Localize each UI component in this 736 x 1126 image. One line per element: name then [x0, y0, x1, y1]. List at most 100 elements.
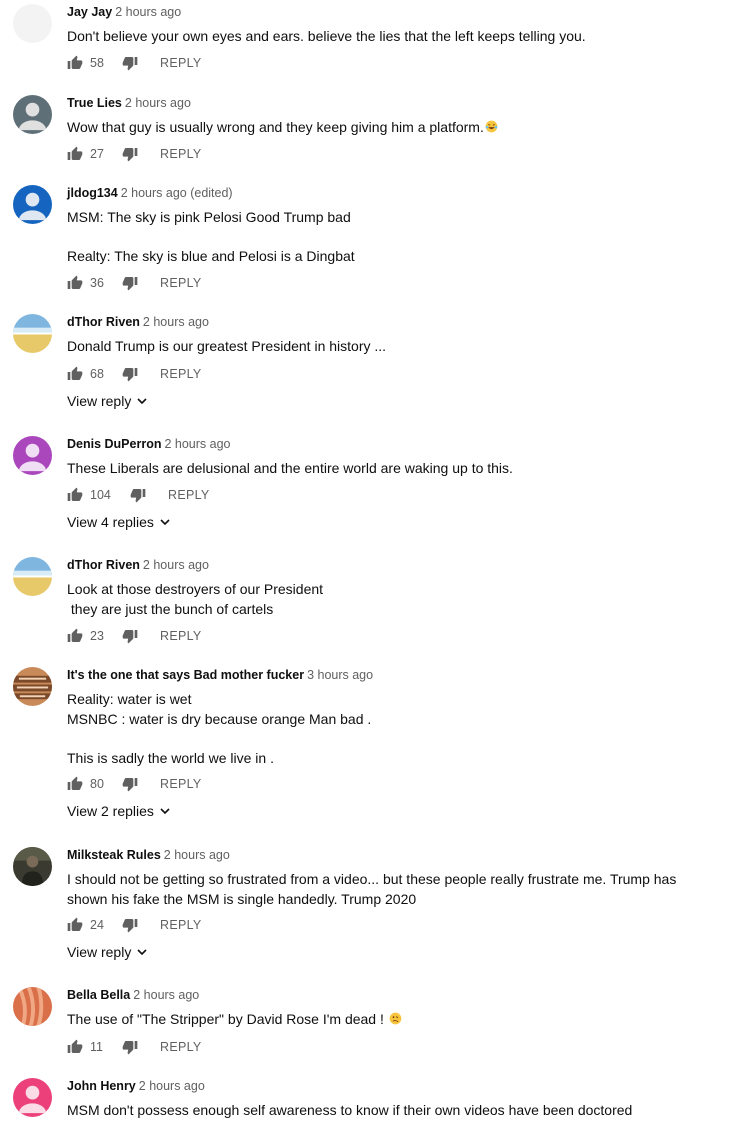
thumbs-up-icon[interactable] — [67, 55, 83, 71]
avatar[interactable] — [13, 185, 52, 224]
comment-actions: 11 REPLY — [67, 1038, 202, 1056]
comment-actions: 27 REPLY — [67, 145, 202, 163]
comment-actions: 58 REPLY — [67, 54, 202, 72]
timestamp[interactable]: 2 hours ago — [143, 558, 209, 572]
author-name[interactable]: Bella Bella — [67, 988, 130, 1002]
view-replies-button[interactable]: View 4 replies — [67, 514, 171, 530]
timestamp[interactable]: 2 hours ago — [164, 848, 230, 862]
timestamp[interactable]: 2 hours ago — [139, 1079, 205, 1093]
author-name[interactable]: True Lies — [67, 96, 122, 110]
thumbs-down-icon[interactable] — [122, 776, 138, 792]
avatar[interactable] — [13, 1078, 52, 1117]
thumbs-down-icon[interactable] — [122, 366, 138, 382]
like-count: 58 — [90, 56, 104, 70]
thumbs-down-icon[interactable] — [122, 146, 138, 162]
reply-button[interactable]: REPLY — [160, 367, 202, 381]
comment-actions: 23 REPLY — [67, 627, 202, 645]
thumbs-down-icon[interactable] — [122, 55, 138, 71]
comment-text: Don't believe your own eyes and ears. be… — [67, 28, 586, 44]
comment-text: I should not be getting so frustrated fr… — [67, 871, 677, 907]
author-name[interactable]: It's the one that says Bad mother fucker — [67, 668, 304, 682]
comment-text: Donald Trump is our greatest President i… — [67, 338, 387, 354]
view-replies-button[interactable]: View reply — [67, 393, 148, 409]
comment-actions: 36 REPLY — [67, 274, 202, 292]
avatar[interactable] — [13, 314, 52, 353]
comment-text: Reality: water is wet MSNBC : water is d… — [67, 691, 372, 766]
reply-button[interactable]: REPLY — [168, 488, 210, 502]
comment-text: The use of "The Stripper" by David Rose … — [67, 1010, 687, 1030]
reply-button[interactable]: REPLY — [160, 276, 202, 290]
timestamp[interactable]: 2 hours ago — [125, 96, 191, 110]
timestamp[interactable]: 2 hours ago — [164, 437, 230, 451]
like-count: 23 — [90, 629, 104, 643]
timestamp[interactable]: 2 hours ago — [115, 5, 181, 19]
author-name[interactable]: John Henry — [67, 1079, 136, 1093]
comment-header: jldog134 2 hours ago (edited) — [67, 185, 233, 201]
comment-text: MSM don't possess enough self awareness … — [67, 1102, 633, 1118]
timestamp[interactable]: 2 hours ago (edited) — [121, 186, 233, 200]
thumbs-up-icon[interactable] — [67, 776, 83, 792]
avatar[interactable] — [13, 847, 52, 886]
author-name[interactable]: Denis DuPerron — [67, 437, 161, 451]
avatar[interactable] — [13, 4, 52, 43]
reply-button[interactable]: REPLY — [160, 147, 202, 161]
thumbs-up-icon[interactable] — [67, 487, 83, 503]
comment-header: John Henry 2 hours ago — [67, 1078, 205, 1094]
thumbs-up-icon[interactable] — [67, 628, 83, 644]
reply-button[interactable]: REPLY — [160, 918, 202, 932]
chevron-down-icon — [136, 946, 148, 958]
thumbs-up-icon[interactable] — [67, 366, 83, 382]
thumbs-down-icon[interactable] — [130, 487, 146, 503]
view-replies-label: View 2 replies — [67, 803, 154, 819]
author-name[interactable]: Jay Jay — [67, 5, 112, 19]
comment-header: Bella Bella 2 hours ago — [67, 987, 199, 1003]
avatar-placeholder-icon — [13, 4, 52, 43]
thumbs-up-icon[interactable] — [67, 275, 83, 291]
thumbs-up-icon[interactable] — [67, 1039, 83, 1055]
thumbs-up-icon[interactable] — [67, 146, 83, 162]
thumbs-down-icon[interactable] — [122, 628, 138, 644]
view-replies-label: View 4 replies — [67, 514, 154, 530]
author-name[interactable]: Milksteak Rules — [67, 848, 161, 862]
comment-header: It's the one that says Bad mother fucker… — [67, 667, 373, 683]
chevron-down-icon — [136, 395, 148, 407]
comment-text: MSM: The sky is pink Pelosi Good Trump b… — [67, 209, 355, 264]
author-name[interactable]: dThor Riven — [67, 315, 140, 329]
comment-header: dThor Riven 2 hours ago — [67, 314, 209, 330]
comment-actions: 68 REPLY — [67, 365, 202, 383]
default-user-icon — [13, 1078, 52, 1117]
photo-avatar-icon — [13, 847, 52, 886]
author-name[interactable]: dThor Riven — [67, 558, 140, 572]
view-replies-button[interactable]: View reply — [67, 944, 148, 960]
comment-header: True Lies 2 hours ago — [67, 95, 191, 111]
reply-button[interactable]: REPLY — [160, 1040, 202, 1054]
view-replies-button[interactable]: View 2 replies — [67, 803, 171, 819]
like-count: 104 — [90, 488, 111, 502]
comment-actions: 104 REPLY — [67, 486, 210, 504]
comment-text-body: The use of "The Stripper" by David Rose … — [67, 1011, 388, 1027]
thumbs-down-icon[interactable] — [122, 1039, 138, 1055]
timestamp[interactable]: 2 hours ago — [133, 988, 199, 1002]
avatar[interactable] — [13, 557, 52, 596]
thumbs-down-icon[interactable] — [122, 275, 138, 291]
landscape-avatar-icon — [13, 557, 52, 596]
like-count: 80 — [90, 777, 104, 791]
avatar[interactable] — [13, 667, 52, 706]
avatar[interactable] — [13, 436, 52, 475]
reply-button[interactable]: REPLY — [160, 56, 202, 70]
like-count: 11 — [90, 1040, 103, 1054]
thumbs-down-icon[interactable] — [122, 917, 138, 933]
chevron-down-icon — [159, 516, 171, 528]
comment-header: Jay Jay 2 hours ago — [67, 4, 181, 20]
comment-text-body: Wow that guy is usually wrong and they k… — [67, 119, 484, 135]
reply-button[interactable]: REPLY — [160, 629, 202, 643]
like-count: 36 — [90, 276, 104, 290]
timestamp[interactable]: 2 hours ago — [143, 315, 209, 329]
timestamp[interactable]: 3 hours ago — [307, 668, 373, 682]
thumbs-up-icon[interactable] — [67, 917, 83, 933]
default-user-icon — [13, 95, 52, 134]
reply-button[interactable]: REPLY — [160, 777, 202, 791]
avatar[interactable] — [13, 95, 52, 134]
author-name[interactable]: jldog134 — [67, 186, 118, 200]
avatar[interactable] — [13, 987, 52, 1026]
